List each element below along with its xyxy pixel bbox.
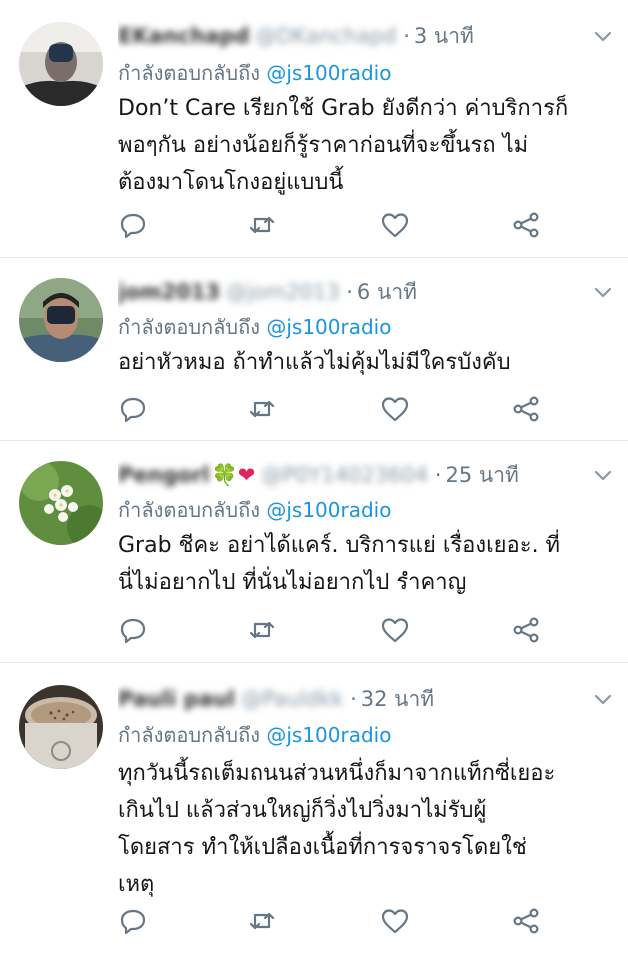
tweet-text-line: ต้องมาโดนโกงอยู่แบบนี้ <box>118 170 344 195</box>
user-handle[interactable]: @Pauldkk <box>241 681 343 717</box>
avatar[interactable] <box>19 461 103 545</box>
display-name[interactable]: jom2013 <box>118 274 220 310</box>
tweet-3[interactable]: Pengorl🍀❤ @P0Y14023604 · 25 นาที กำลังตอบก… <box>0 441 628 663</box>
replying-to: กำลังตอบกลับถึง @js100radio <box>118 58 391 88</box>
separator-dot: · <box>343 687 357 711</box>
separator-dot: · <box>428 463 442 487</box>
retweet-icon[interactable] <box>247 394 277 424</box>
tweet-text-line: Don’t Care เรียกใช้ Grab ยังดีกว่า ค่าบร… <box>118 96 569 121</box>
retweet-icon[interactable] <box>247 906 277 936</box>
display-name[interactable]: Pengorl <box>118 457 210 493</box>
reply-icon[interactable] <box>118 615 148 645</box>
tweet-text-line: อย่าหัวหมอ ถ้าทำแล้วไม่คุ้มไม่มีใครบังคั… <box>118 350 511 375</box>
tweet-2[interactable]: jom2013 @jom2013 · 6 นาที กำลังตอบกลับถึง … <box>0 258 628 441</box>
mention-link[interactable]: @js100radio <box>266 315 391 339</box>
timestamp[interactable]: 32 นาที <box>361 687 434 711</box>
like-heart-icon[interactable] <box>380 210 410 240</box>
separator-dot: · <box>339 280 353 304</box>
tweet-header: EKanchapd @DKanchapd · 3 นาที <box>118 18 588 54</box>
mention-link[interactable]: @js100radio <box>266 723 391 747</box>
reply-prefix: กำลังตอบกลับถึง <box>118 498 260 522</box>
display-name[interactable]: EKanchapd <box>118 18 249 54</box>
separator-dot: · <box>396 24 410 48</box>
reply-icon[interactable] <box>118 210 148 240</box>
tweet-text-line: Grab ชีคะ อย่าได้แคร์. บริการแย่ เรื่องเ… <box>118 533 561 558</box>
tweet-text: Don’t Care เรียกใช้ Grab ยังดีกว่า ค่าบร… <box>118 90 614 201</box>
chevron-down-icon[interactable] <box>592 281 614 303</box>
timestamp[interactable]: 3 นาที <box>414 24 474 48</box>
tweet-actions <box>118 906 558 936</box>
like-heart-icon[interactable] <box>380 615 410 645</box>
chevron-down-icon[interactable] <box>592 25 614 47</box>
mention-link[interactable]: @js100radio <box>266 61 391 85</box>
tweet-text-line: ทุกวันนี้รถเต็มถนนส่วนหนึ่งก็มาจากแท็กซี… <box>118 761 556 786</box>
share-icon[interactable] <box>511 615 541 645</box>
timestamp[interactable]: 25 นาที <box>445 463 518 487</box>
display-name[interactable]: Pauli paul <box>118 681 235 717</box>
replying-to: กำลังตอบกลับถึง @js100radio <box>118 312 391 342</box>
like-heart-icon[interactable] <box>380 906 410 936</box>
tweet-header: jom2013 @jom2013 · 6 นาที <box>118 274 588 310</box>
tweet-actions <box>118 210 558 240</box>
share-icon[interactable] <box>511 210 541 240</box>
chevron-down-icon[interactable] <box>592 688 614 710</box>
tweet-text-line: เหตุ <box>118 872 155 897</box>
tweet-text-line: นี่ไม่อยากไป ที่นั่นไม่อยากไป รำคาญ <box>118 570 467 595</box>
tweet-text: Grab ชีคะ อย่าได้แคร์. บริการแย่ เรื่องเ… <box>118 527 614 601</box>
mention-link[interactable]: @js100radio <box>266 498 391 522</box>
reply-prefix: กำลังตอบกลับถึง <box>118 315 260 339</box>
tweet-1[interactable]: EKanchapd @DKanchapd · 3 นาที กำลังตอบกลับ… <box>0 0 628 258</box>
tweet-text-line: เกินไป แล้วส่วนใหญ่ก็วิ่งไปวิ่งมาไม่รับผ… <box>118 798 487 823</box>
avatar[interactable] <box>19 22 103 106</box>
reply-prefix: กำลังตอบกลับถึง <box>118 723 260 747</box>
retweet-icon[interactable] <box>247 210 277 240</box>
share-icon[interactable] <box>511 394 541 424</box>
reply-icon[interactable] <box>118 394 148 424</box>
tweet-text-line: พอๆกัน อย่างน้อยก็รู้ราคาก่อนที่จะขึ้นรถ… <box>118 133 529 158</box>
share-icon[interactable] <box>511 906 541 936</box>
timestamp[interactable]: 6 นาที <box>357 280 417 304</box>
tweet-header: Pauli paul @Pauldkk · 32 นาที <box>118 681 588 717</box>
tweet-header: Pengorl🍀❤ @P0Y14023604 · 25 นาที <box>118 457 588 493</box>
tweet-4[interactable]: Pauli paul @Pauldkk · 32 นาที กำลังตอบกลับ… <box>0 663 628 953</box>
replying-to: กำลังตอบกลับถึง @js100radio <box>118 495 391 525</box>
chevron-down-icon[interactable] <box>592 464 614 486</box>
tweet-actions <box>118 394 558 424</box>
retweet-icon[interactable] <box>247 615 277 645</box>
replying-to: กำลังตอบกลับถึง @js100radio <box>118 720 391 750</box>
tweet-text: อย่าหัวหมอ ถ้าทำแล้วไม่คุ้มไม่มีใครบังคั… <box>118 344 614 381</box>
user-handle[interactable]: @jom2013 <box>226 274 340 310</box>
tweet-text: ทุกวันนี้รถเต็มถนนส่วนหนึ่งก็มาจากแท็กซี… <box>118 755 614 903</box>
tweet-text-line: โดยสาร ทำให้เปลืองเนื้อที่การจราจรโดยใช่ <box>118 835 527 860</box>
tweet-actions <box>118 615 558 645</box>
reply-icon[interactable] <box>118 906 148 936</box>
user-handle[interactable]: @DKanchapd <box>255 18 396 54</box>
name-emoji: 🍀❤ <box>211 463 256 487</box>
like-heart-icon[interactable] <box>380 394 410 424</box>
avatar[interactable] <box>19 685 103 769</box>
reply-prefix: กำลังตอบกลับถึง <box>118 61 260 85</box>
avatar[interactable] <box>19 278 103 362</box>
user-handle[interactable]: @P0Y14023604 <box>261 457 428 493</box>
